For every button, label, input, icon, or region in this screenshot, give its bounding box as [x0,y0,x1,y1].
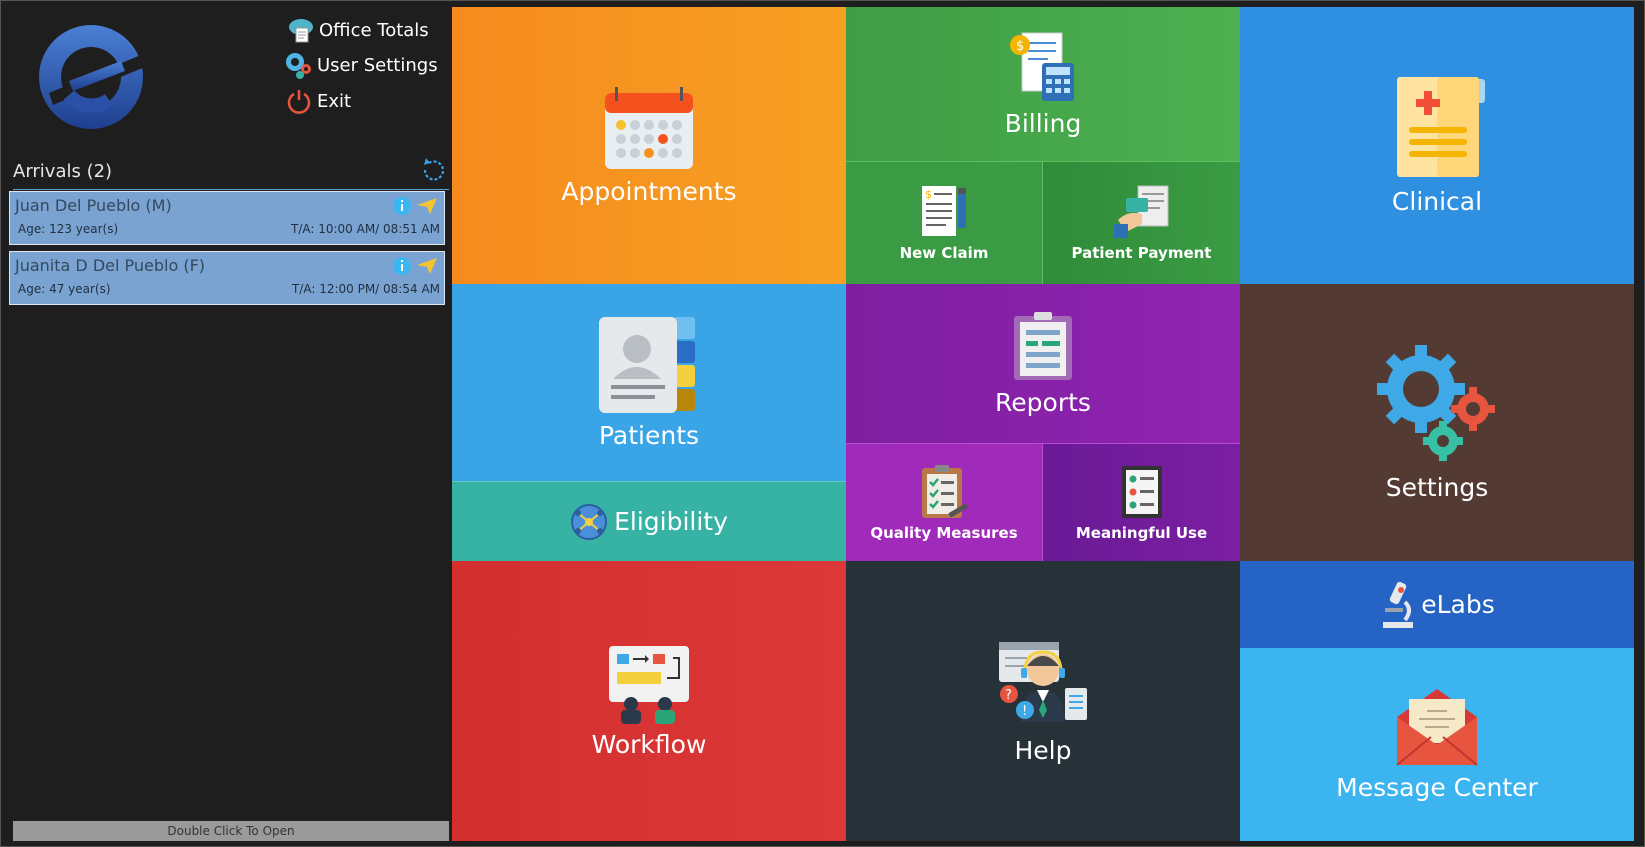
exit-link[interactable]: Exit [285,87,351,115]
meaningful-use-tile[interactable]: Meaningful Use [1043,443,1240,561]
clipboard-report-icon [1014,312,1072,380]
checklist-icon [1121,465,1162,518]
double-click-hint: Double Click To Open [13,821,449,841]
message-center-label: Message Center [1336,773,1538,802]
help-support-icon: ? ! [999,641,1087,722]
patient-name: Juan Del Pueblo (M) [15,196,172,215]
patient-times: T/A: 10:00 AM/ 08:51 AM [290,222,440,236]
cloud-document-icon [289,19,313,43]
gear-icon [286,53,311,79]
clinical-tile[interactable]: Clinical [1240,7,1634,284]
settings-label: Settings [1385,473,1489,502]
patient-payment-tile[interactable]: Patient Payment [1043,161,1240,284]
checklist-clipboard-icon [922,464,969,518]
workflow-board-icon [609,645,689,724]
send-icon[interactable] [416,256,438,276]
settings-tile[interactable]: Settings [1240,284,1634,561]
eligibility-tile[interactable]: Eligibility [452,481,846,561]
elabs-tile[interactable]: eLabs [1240,561,1634,648]
reports-tile[interactable]: Reports [846,284,1240,443]
exit-label: Exit [317,90,352,112]
send-icon[interactable] [416,196,438,216]
patient-age: Age: 123 year(s) [18,222,119,236]
sidebar: Office Totals User Settings Exit Arrival… [7,7,449,841]
office-totals-link[interactable]: Office Totals [287,16,429,44]
arrivals-title: Arrivals (2) [13,161,113,182]
clinical-document-icon [1397,77,1485,177]
office-totals-label: Office Totals [319,19,429,41]
refresh-icon[interactable] [419,155,449,185]
message-center-tile[interactable]: Message Center [1240,648,1634,841]
app-window: Office Totals User Settings Exit Arrival… [0,0,1645,847]
claim-document-icon: $ [922,186,966,236]
globe-icon [571,503,608,540]
info-icon[interactable] [392,256,412,276]
envelope-icon [1396,689,1478,766]
tile-grid: Appointments $ Billing $ New Claim Patie… [452,7,1638,841]
settings-gears-icon [1377,345,1495,461]
arrival-row[interactable]: Juan Del Pueblo (M) Age: 123 year(s) T/A… [9,191,445,245]
billing-tile[interactable]: $ Billing [846,7,1240,161]
arrival-row[interactable]: Juanita D Del Pueblo (F) Age: 47 year(s)… [9,251,445,305]
appointments-tile[interactable]: Appointments [452,7,846,284]
microscope-icon [1383,581,1414,628]
user-settings-label: User Settings [317,54,438,76]
quality-measures-label: Quality Measures [870,523,1018,542]
billing-calculator-icon: $ [1010,32,1074,101]
clinical-label: Clinical [1391,187,1483,216]
help-tile[interactable]: ? ! Help [846,561,1240,841]
patients-label: Patients [598,421,700,450]
meaningful-use-label: Meaningful Use [1075,523,1208,542]
elabs-label: eLabs [1421,590,1495,619]
reports-label: Reports [995,388,1091,417]
workflow-label: Workflow [591,729,707,759]
patients-tile[interactable]: Patients [452,284,846,481]
info-icon[interactable] [392,196,412,216]
svg-text:?: ? [1005,688,1012,703]
arrivals-header: Arrivals (2) [13,153,449,190]
svg-text:$: $ [925,188,932,201]
patient-payment-label: Patient Payment [1071,244,1212,262]
patient-name: Juanita D Del Pueblo (F) [15,256,206,275]
workflow-tile[interactable]: Workflow [452,561,846,841]
new-claim-tile[interactable]: $ New Claim [846,161,1043,284]
patient-card-icon [599,317,695,413]
svg-text:!: ! [1022,704,1027,719]
app-logo-icon [39,25,145,129]
power-icon [287,90,311,114]
quality-measures-tile[interactable]: Quality Measures [846,443,1043,561]
patient-times: T/A: 12:00 PM/ 08:54 AM [291,282,440,296]
svg-text:$: $ [1016,39,1024,54]
patient-age: Age: 47 year(s) [18,282,111,296]
calendar-icon [605,87,693,169]
user-settings-link[interactable]: User Settings [283,50,438,80]
payment-icon [1113,185,1168,238]
help-label: Help [1014,735,1072,765]
billing-label: Billing [1004,108,1082,138]
new-claim-label: New Claim [899,244,989,262]
eligibility-label: Eligibility [614,507,728,536]
appointments-label: Appointments [561,177,737,206]
